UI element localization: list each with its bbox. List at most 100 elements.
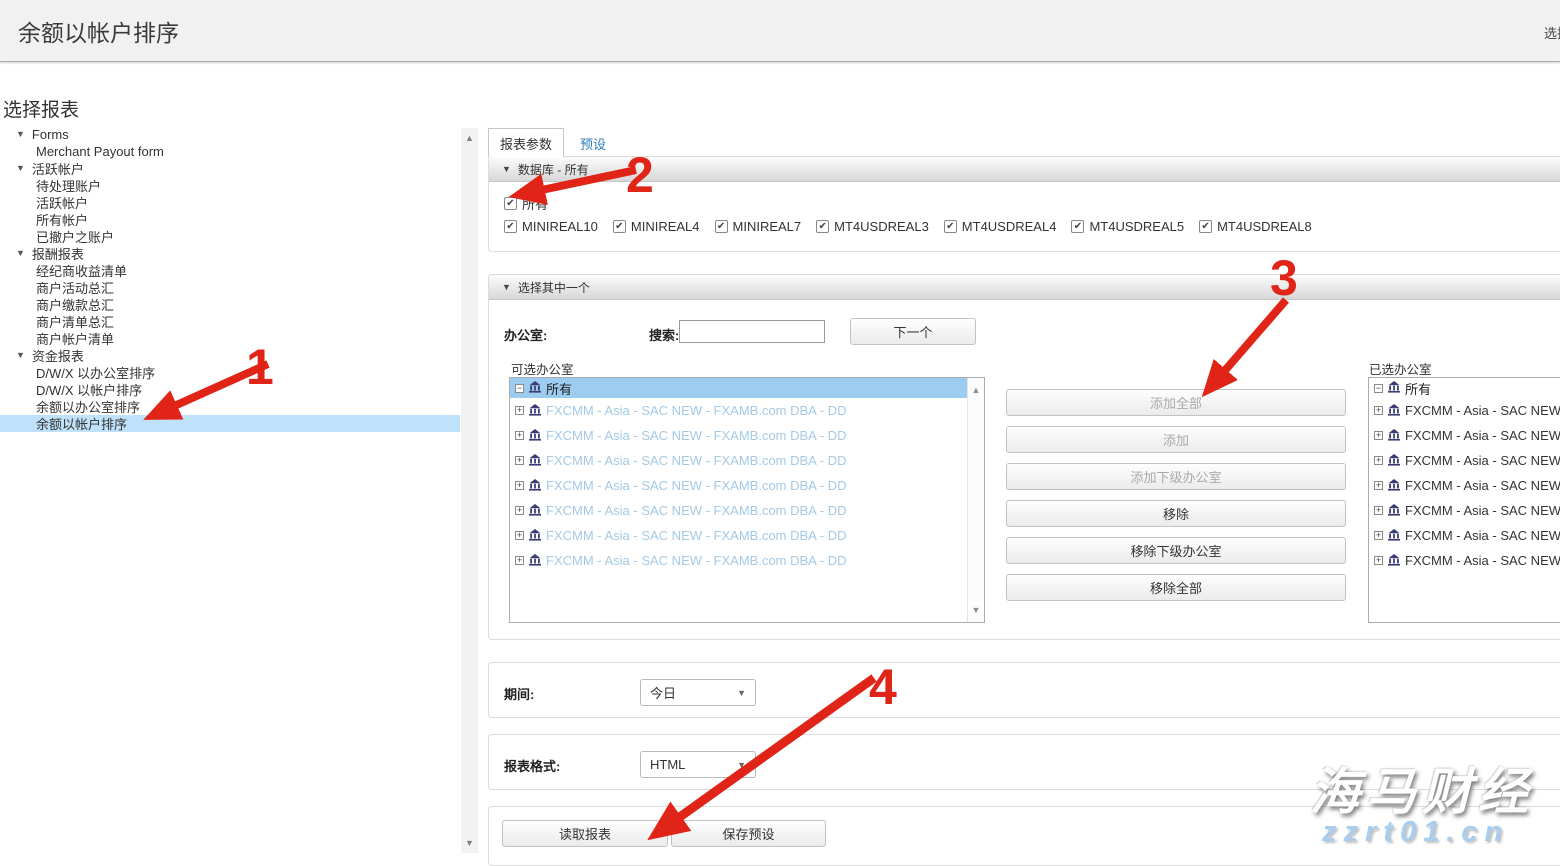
office-row[interactable]: + FXCMM - Asia - SAC NEW - FXAMB.com DBA… (510, 473, 984, 498)
database-section-header[interactable]: ▼ 数据库 - 所有 (489, 157, 1560, 182)
tree-item[interactable]: ▼ 余额以帐户排序 (0, 415, 460, 432)
office-row[interactable]: + FXCMM - Asia - SAC NEW - FXAMB.com DBA… (510, 498, 984, 523)
expand-plus-icon[interactable]: + (515, 481, 524, 490)
office-row[interactable]: + FXCMM - Asia - SAC NEW - FXAMB.com DBA… (510, 548, 984, 573)
expand-plus-icon[interactable]: + (1374, 406, 1383, 415)
transfer-button[interactable]: 移除 (1006, 500, 1346, 527)
tree-item[interactable]: ▼ 活跃帐户 (0, 160, 460, 177)
office-row[interactable]: + FXCMM - Asia - SAC NEW - FXAMB.com DBA… (510, 423, 984, 448)
office-row[interactable]: + FXCMM - Asia - SAC NEW - FXAMB.com DBA… (1369, 398, 1560, 423)
tree-item[interactable]: ▼ 报酬报表 (0, 245, 460, 262)
office-row[interactable]: + FXCMM - Asia - SAC NEW - FXAMB.com DBA… (1369, 548, 1560, 573)
tree-item[interactable]: ▼ 余额以办公室排序 (0, 398, 460, 415)
expand-plus-icon[interactable]: + (1374, 531, 1383, 540)
expand-plus-icon[interactable]: + (515, 506, 524, 515)
tree-expand-icon[interactable]: ▼ (16, 163, 25, 173)
header-right-link[interactable]: 选择 (1544, 23, 1560, 42)
expand-plus-icon[interactable]: + (1374, 431, 1383, 440)
save-preset-button[interactable]: 保存预设 (671, 820, 826, 847)
database-checkbox-row[interactable]: MT4USDREAL5 (1071, 219, 1184, 234)
transfer-button-label: 添加全部 (1150, 393, 1202, 412)
checkbox-checked-icon[interactable] (504, 197, 517, 210)
scroll-up-icon[interactable]: ▲ (461, 130, 478, 146)
scroll-down-icon[interactable]: ▼ (968, 602, 984, 618)
period-select[interactable]: 今日 ▼ (640, 679, 756, 706)
checkbox-checked-icon[interactable] (1071, 220, 1084, 233)
office-row[interactable]: + FXCMM - Asia - SAC NEW - FXAMB.com DBA… (510, 398, 984, 423)
expand-plus-icon[interactable]: + (515, 406, 524, 415)
database-checkbox-row[interactable]: MT4USDREAL3 (816, 219, 929, 234)
tree-item[interactable]: ▼ 经纪商收益清单 (0, 262, 460, 279)
office-row[interactable]: + FXCMM - Asia - SAC NEW - FXAMB.com DBA… (1369, 423, 1560, 448)
expand-plus-icon[interactable]: + (515, 556, 524, 565)
expand-plus-icon[interactable]: + (1374, 506, 1383, 515)
checkbox-checked-icon[interactable] (613, 220, 626, 233)
database-checkbox-list: MINIREAL10 MINIREAL4 MINIREAL7 MT4USDREA… (504, 219, 1312, 234)
database-checkbox-row[interactable]: MT4USDREAL8 (1199, 219, 1312, 234)
office-row[interactable]: + FXCMM - Asia - SAC NEW - FXAMB.com DBA… (510, 448, 984, 473)
tree-scrollbar[interactable]: ▲ ▼ (461, 128, 478, 853)
tab-report-params[interactable]: 报表参数 (488, 128, 564, 157)
scroll-down-icon[interactable]: ▼ (461, 835, 478, 851)
database-checkbox-row[interactable]: MINIREAL7 (715, 219, 802, 234)
format-select[interactable]: HTML ▼ (640, 751, 756, 778)
tree-expand-icon[interactable]: ▼ (16, 350, 25, 360)
database-name-label: MINIREAL7 (733, 219, 802, 234)
checkbox-checked-icon[interactable] (944, 220, 957, 233)
transfer-button[interactable]: 添加全部 (1006, 389, 1346, 416)
format-panel: 报表格式: HTML ▼ (488, 734, 1560, 790)
office-row[interactable]: + FXCMM - Asia - SAC NEW - FXAMB.com DBA… (1369, 523, 1560, 548)
transfer-button[interactable]: 移除下级办公室 (1006, 537, 1346, 564)
expand-plus-icon[interactable]: + (515, 431, 524, 440)
expand-plus-icon[interactable]: + (1374, 481, 1383, 490)
tree-expand-icon[interactable]: ▼ (16, 248, 25, 258)
load-report-button[interactable]: 读取报表 (502, 820, 668, 847)
transfer-button[interactable]: 添加下级办公室 (1006, 463, 1346, 490)
tree-item[interactable]: ▼ 商户帐户清单 (0, 330, 460, 347)
tree-item[interactable]: ▼ Merchant Payout form (0, 143, 460, 160)
expand-plus-icon[interactable]: + (515, 531, 524, 540)
office-row[interactable]: + FXCMM - Asia - SAC NEW - FXAMB.com DBA… (1369, 498, 1560, 523)
tab-presets[interactable]: 预设 (571, 131, 615, 155)
search-input[interactable] (679, 320, 825, 343)
database-checkbox-row[interactable]: MINIREAL10 (504, 219, 598, 234)
collapse-minus-icon[interactable]: − (515, 384, 524, 393)
list-scrollbar[interactable]: ▲ ▼ (967, 378, 984, 622)
expand-plus-icon[interactable]: + (1374, 556, 1383, 565)
checkbox-checked-icon[interactable] (715, 220, 728, 233)
tree-item[interactable]: ▼ 待处理账户 (0, 177, 460, 194)
tree-item[interactable]: ▼ 资金报表 (0, 347, 460, 364)
expand-plus-icon[interactable]: + (515, 456, 524, 465)
database-checkbox-row[interactable]: MINIREAL4 (613, 219, 700, 234)
office-row[interactable]: + FXCMM - Asia - SAC NEW - FXAMB.com DBA… (510, 523, 984, 548)
office-root-row[interactable]: − 所有 (510, 378, 984, 398)
transfer-button[interactable]: 添加 (1006, 426, 1346, 453)
tree-item[interactable]: ▼ 所有帐户 (0, 211, 460, 228)
tree-item[interactable]: ▼ 商户清单总汇 (0, 313, 460, 330)
next-button[interactable]: 下一个 (850, 318, 976, 345)
database-checkbox-row[interactable]: MT4USDREAL4 (944, 219, 1057, 234)
database-header-label: 数据库 - 所有 (518, 161, 589, 178)
scroll-up-icon[interactable]: ▲ (968, 382, 984, 398)
tree-item[interactable]: ▼ 活跃帐户 (0, 194, 460, 211)
select-report-heading: 选择报表 (3, 95, 79, 122)
office-section-header[interactable]: ▼ 选择其中一个 (489, 275, 1560, 300)
tree-item[interactable]: ▼ D/W/X 以帐户排序 (0, 381, 460, 398)
office-row[interactable]: + FXCMM - Asia - SAC NEW - FXAMB.com DBA… (1369, 473, 1560, 498)
tree-item[interactable]: ▼ D/W/X 以办公室排序 (0, 364, 460, 381)
office-row[interactable]: + FXCMM - Asia - SAC NEW - FXAMB.com DBA… (1369, 448, 1560, 473)
tree-item[interactable]: ▼ 商户缴款总汇 (0, 296, 460, 313)
tree-item[interactable]: ▼ 已撤户之账户 (0, 228, 460, 245)
app-header: 余额以帐户排序 选择 (0, 0, 1560, 62)
tree-item[interactable]: ▼ Forms (0, 126, 460, 143)
expand-plus-icon[interactable]: + (1374, 456, 1383, 465)
transfer-button[interactable]: 移除全部 (1006, 574, 1346, 601)
tree-expand-icon[interactable]: ▼ (16, 129, 25, 139)
office-root-row[interactable]: − 所有 (1369, 378, 1560, 398)
collapse-minus-icon[interactable]: − (1374, 384, 1383, 393)
checkbox-checked-icon[interactable] (816, 220, 829, 233)
database-all-checkbox-row[interactable]: 所有 (504, 194, 548, 213)
checkbox-checked-icon[interactable] (1199, 220, 1212, 233)
checkbox-checked-icon[interactable] (504, 220, 517, 233)
tree-item[interactable]: ▼ 商户活动总汇 (0, 279, 460, 296)
